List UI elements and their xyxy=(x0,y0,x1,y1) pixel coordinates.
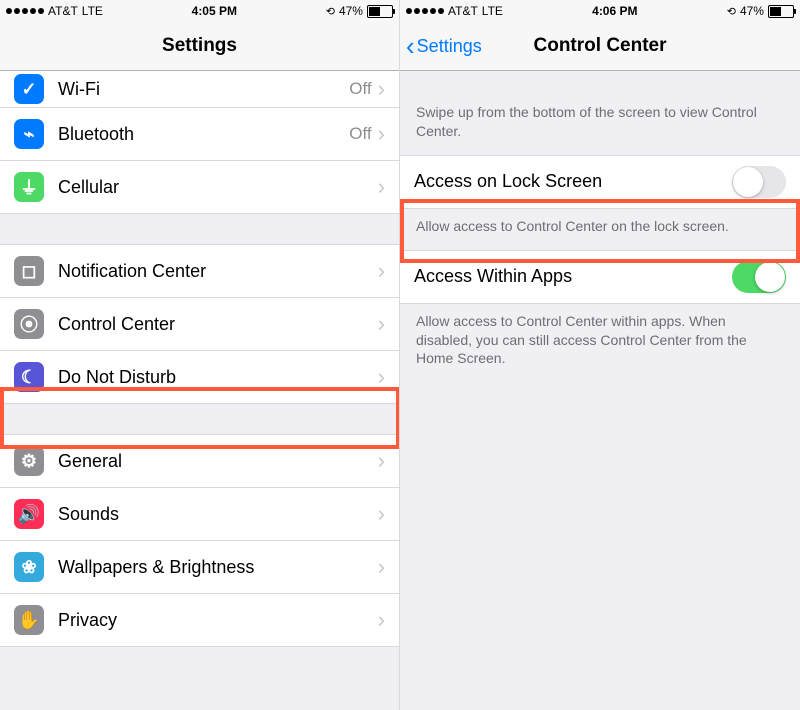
row-cellular[interactable]: ⏚ Cellular › xyxy=(0,161,399,214)
row-general[interactable]: ⚙ General › xyxy=(0,434,399,488)
row-wallpapers-brightness[interactable]: ❀ Wallpapers & Brightness › xyxy=(0,541,399,594)
notification-center-icon: ◻ xyxy=(14,256,44,286)
status-bar: AT&T LTE 4:05 PM ⟲ 47% xyxy=(0,0,399,22)
control-center-screen: AT&T LTE 4:06 PM ⟲ 47% ‹ Settings Contro… xyxy=(400,0,800,710)
row-label: Access Within Apps xyxy=(414,266,732,287)
switch-access-within-apps[interactable] xyxy=(732,261,786,293)
chevron-right-icon: › xyxy=(378,448,385,474)
chevron-right-icon: › xyxy=(378,554,385,580)
page-title: Control Center xyxy=(534,35,667,57)
settings-list[interactable]: ✓ Wi-Fi Off › ⌁ Bluetooth Off › ⏚ Cellul… xyxy=(0,71,399,710)
carrier-label: AT&T xyxy=(448,4,478,18)
switch-access-lock-screen[interactable] xyxy=(732,166,786,198)
cellular-icon: ⏚ xyxy=(14,172,44,202)
row-notification-center[interactable]: ◻ Notification Center › xyxy=(0,244,399,298)
row-wifi[interactable]: ✓ Wi-Fi Off › xyxy=(0,71,399,108)
section-footer: Allow access to Control Center within ap… xyxy=(400,304,800,383)
row-access-within-apps[interactable]: Access Within Apps xyxy=(400,250,800,304)
sounds-icon: 🔊 xyxy=(14,499,44,529)
clock-label: 4:05 PM xyxy=(192,4,237,18)
chevron-right-icon: › xyxy=(378,121,385,147)
row-label: Do Not Disturb xyxy=(58,367,378,388)
orientation-lock-icon: ⟲ xyxy=(326,5,335,18)
row-label: Sounds xyxy=(58,504,378,525)
control-center-settings: Swipe up from the bottom of the screen t… xyxy=(400,71,800,710)
row-value: Off xyxy=(349,79,371,99)
chevron-left-icon: ‹ xyxy=(406,33,415,59)
nav-bar: Settings xyxy=(0,22,399,71)
control-center-icon: ⦿ xyxy=(14,309,44,339)
page-title: Settings xyxy=(162,35,237,57)
row-privacy[interactable]: ✋ Privacy › xyxy=(0,594,399,647)
back-label: Settings xyxy=(417,36,482,57)
settings-screen: AT&T LTE 4:05 PM ⟲ 47% Settings ✓ Wi-Fi … xyxy=(0,0,400,710)
battery-percent: 47% xyxy=(740,4,764,18)
chevron-right-icon: › xyxy=(378,311,385,337)
general-icon: ⚙ xyxy=(14,446,44,476)
signal-dots-icon xyxy=(406,8,444,14)
battery-icon xyxy=(367,5,393,18)
wallpapers-icon: ❀ xyxy=(14,552,44,582)
row-sounds[interactable]: 🔊 Sounds › xyxy=(0,488,399,541)
chevron-right-icon: › xyxy=(378,258,385,284)
status-bar: AT&T LTE 4:06 PM ⟲ 47% xyxy=(400,0,800,22)
wifi-icon: ✓ xyxy=(14,74,44,104)
privacy-icon: ✋ xyxy=(14,605,44,635)
do-not-disturb-icon: ☾ xyxy=(14,362,44,392)
chevron-right-icon: › xyxy=(378,364,385,390)
row-access-lock-screen[interactable]: Access on Lock Screen xyxy=(400,155,800,209)
back-button[interactable]: ‹ Settings xyxy=(406,22,482,70)
section-hint: Swipe up from the bottom of the screen t… xyxy=(400,71,800,155)
row-label: Privacy xyxy=(58,610,378,631)
bluetooth-icon: ⌁ xyxy=(14,119,44,149)
row-label: Control Center xyxy=(58,314,378,335)
chevron-right-icon: › xyxy=(378,607,385,633)
chevron-right-icon: › xyxy=(378,501,385,527)
row-label: Wallpapers & Brightness xyxy=(58,557,378,578)
section-footer: Allow access to Control Center on the lo… xyxy=(400,209,800,250)
carrier-label: AT&T xyxy=(48,4,78,18)
network-label: LTE xyxy=(482,4,503,18)
chevron-right-icon: › xyxy=(378,174,385,200)
row-do-not-disturb[interactable]: ☾ Do Not Disturb › xyxy=(0,351,399,404)
row-label: Notification Center xyxy=(58,261,378,282)
clock-label: 4:06 PM xyxy=(592,4,637,18)
row-bluetooth[interactable]: ⌁ Bluetooth Off › xyxy=(0,108,399,161)
row-label: Access on Lock Screen xyxy=(414,171,732,192)
nav-bar: ‹ Settings Control Center xyxy=(400,22,800,71)
orientation-lock-icon: ⟲ xyxy=(727,5,736,18)
row-value: Off xyxy=(349,124,371,144)
network-label: LTE xyxy=(82,4,103,18)
battery-percent: 47% xyxy=(339,4,363,18)
chevron-right-icon: › xyxy=(378,76,385,102)
row-label: General xyxy=(58,451,378,472)
row-control-center[interactable]: ⦿ Control Center › xyxy=(0,298,399,351)
battery-icon xyxy=(768,5,794,18)
row-label: Cellular xyxy=(58,177,378,198)
row-label: Wi-Fi xyxy=(58,79,349,100)
row-label: Bluetooth xyxy=(58,124,349,145)
signal-dots-icon xyxy=(6,8,44,14)
